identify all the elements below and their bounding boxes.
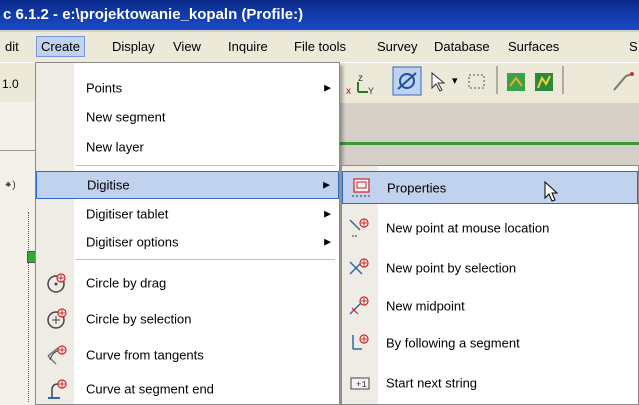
menu-more[interactable]: S bbox=[629, 39, 638, 54]
snap-icon[interactable] bbox=[392, 66, 422, 96]
circle-selection-icon bbox=[47, 308, 67, 329]
create-menu: Points ▶ New segment New layer Digitise … bbox=[35, 62, 340, 405]
menu-survey[interactable]: Survey bbox=[377, 39, 417, 54]
window-title: c 6.1.2 - e:\projektowanie_kopaln (Profi… bbox=[0, 0, 639, 30]
menu-inquire[interactable]: Inquire bbox=[228, 39, 268, 54]
menu-item-new-layer[interactable]: New layer bbox=[36, 134, 339, 160]
digitise-submenu: Properties New point at mouse location N… bbox=[341, 165, 639, 405]
menu-file-tools[interactable]: File tools bbox=[294, 39, 346, 54]
follow-segment-icon bbox=[352, 334, 369, 350]
submenu-arrow-icon: ▶ bbox=[323, 179, 330, 190]
submenu-arrow-icon: ▶ bbox=[324, 236, 331, 247]
submenu-item-follow-segment[interactable]: By following a segment bbox=[342, 325, 638, 361]
submenu-item-new-point-selection[interactable]: New point by selection bbox=[342, 250, 638, 286]
properties-icon bbox=[352, 177, 371, 196]
menu-item-curve-from-tangents[interactable]: Curve from tangents bbox=[36, 339, 339, 371]
mouse-cursor-icon bbox=[544, 181, 559, 202]
tree-panel: ⁕) bbox=[0, 102, 37, 405]
point-mouse-icon bbox=[349, 218, 369, 237]
menu-item-points[interactable]: Points ▶ bbox=[36, 75, 339, 101]
point-selection-icon bbox=[349, 258, 369, 275]
menu-separator bbox=[76, 165, 335, 166]
submenu-item-properties[interactable]: Properties bbox=[342, 171, 638, 204]
menu-item-digitise[interactable]: Digitise ▶ bbox=[36, 171, 339, 199]
menu-create[interactable]: Create bbox=[36, 36, 86, 57]
midpoint-icon bbox=[349, 296, 369, 315]
submenu-item-new-midpoint[interactable]: New midpoint bbox=[342, 288, 638, 324]
toolbar-separator bbox=[496, 66, 498, 94]
submenu-arrow-icon: ▶ bbox=[324, 82, 331, 93]
pointer-icon[interactable] bbox=[428, 70, 448, 94]
menu-view[interactable]: View bbox=[173, 39, 201, 54]
svg-text:Y: Y bbox=[368, 86, 374, 96]
surface-icon[interactable] bbox=[532, 70, 556, 94]
menubar: dit Create Display View Inquire File too… bbox=[0, 32, 639, 62]
dropdown-arrow-icon[interactable]: ▾ bbox=[452, 74, 458, 87]
tree-divider bbox=[0, 150, 35, 151]
menu-edit[interactable]: dit bbox=[5, 39, 19, 54]
menu-item-digitiser-tablet[interactable]: Digitiser tablet ▶ bbox=[36, 201, 339, 227]
menu-separator bbox=[76, 259, 335, 260]
menu-item-circle-by-drag[interactable]: Circle by drag bbox=[36, 266, 339, 300]
circle-drag-icon bbox=[47, 273, 66, 293]
tree-node: ⁕) bbox=[4, 180, 16, 191]
submenu-item-new-point-mouse[interactable]: New point at mouse location bbox=[342, 210, 638, 246]
axis-icon[interactable]: z x Y bbox=[344, 70, 378, 96]
menu-surfaces[interactable]: Surfaces bbox=[508, 39, 559, 54]
toolbar-separator bbox=[562, 66, 564, 94]
menu-database[interactable]: Database bbox=[434, 39, 490, 54]
draw-icon[interactable] bbox=[610, 70, 638, 94]
menu-item-circle-by-selection[interactable]: Circle by selection bbox=[36, 302, 339, 336]
curve-tangents-icon bbox=[47, 345, 67, 365]
menu-display[interactable]: Display bbox=[112, 39, 155, 54]
viewport-border bbox=[340, 142, 639, 145]
svg-text:x: x bbox=[346, 86, 351, 96]
menu-item-digitiser-options[interactable]: Digitiser options ▶ bbox=[36, 229, 339, 255]
menu-item-new-segment[interactable]: New segment bbox=[36, 104, 339, 130]
next-string-icon: +1 bbox=[350, 377, 370, 390]
menu-item-curve-at-segment-end[interactable]: Curve at segment end bbox=[36, 373, 339, 405]
curve-segment-end-icon bbox=[48, 379, 67, 399]
submenu-item-start-next-string[interactable]: +1 Start next string bbox=[342, 366, 638, 400]
layers-icon[interactable] bbox=[504, 70, 528, 94]
zoom-readout: 1.0 bbox=[2, 77, 19, 91]
submenu-arrow-icon: ▶ bbox=[324, 208, 331, 219]
select-box-icon[interactable] bbox=[466, 70, 488, 94]
svg-text:+1: +1 bbox=[356, 380, 367, 390]
